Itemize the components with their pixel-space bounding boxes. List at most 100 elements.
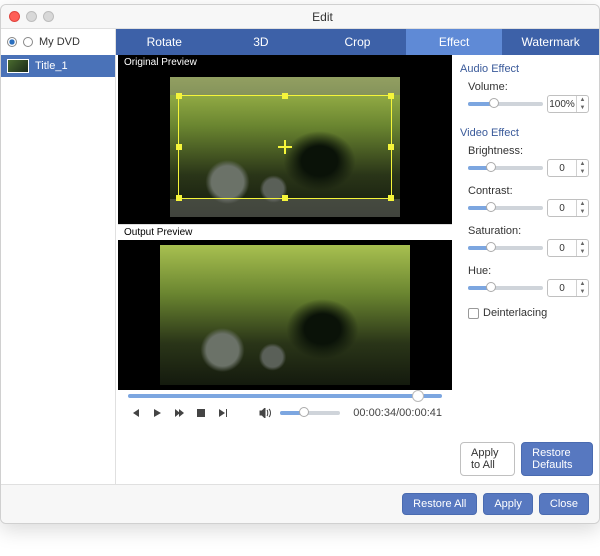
hue-step-down[interactable]: ▼ bbox=[577, 288, 588, 296]
body: Title_1 Original Preview bbox=[1, 55, 599, 484]
crop-rectangle[interactable] bbox=[178, 95, 392, 199]
restore-all-button[interactable]: Restore All bbox=[402, 493, 477, 515]
hue-value-box[interactable]: 0▲▼ bbox=[547, 279, 589, 297]
saturation-value: 0 bbox=[548, 243, 576, 254]
restore-defaults-button[interactable]: Restore Defaults bbox=[521, 442, 593, 476]
brightness-value: 0 bbox=[548, 163, 576, 174]
deinterlacing-row[interactable]: Deinterlacing bbox=[460, 307, 589, 319]
crop-handle-tr[interactable] bbox=[388, 93, 394, 99]
apply-button[interactable]: Apply bbox=[483, 493, 533, 515]
volume-icon[interactable] bbox=[258, 406, 272, 420]
time-current: 00:00:34 bbox=[353, 407, 396, 419]
tab-effect[interactable]: Effect bbox=[406, 29, 503, 55]
crop-handle-b[interactable] bbox=[282, 195, 288, 201]
contrast-label: Contrast: bbox=[460, 185, 589, 197]
panel-buttons: Apply to All Restore Defaults bbox=[460, 442, 593, 476]
apply-to-all-button[interactable]: Apply to All bbox=[460, 442, 515, 476]
tab-watermark[interactable]: Watermark bbox=[502, 29, 599, 55]
contrast-value-box[interactable]: 0▲▼ bbox=[547, 199, 589, 217]
crop-handle-bl[interactable] bbox=[176, 195, 182, 201]
output-preview bbox=[118, 240, 452, 390]
hue-value: 0 bbox=[548, 283, 576, 294]
volume-step-down[interactable]: ▼ bbox=[577, 104, 588, 112]
sidebar-item-title[interactable]: Title_1 bbox=[1, 55, 115, 77]
deinterlacing-checkbox[interactable] bbox=[468, 308, 479, 319]
seek-bar[interactable] bbox=[128, 394, 442, 398]
saturation-slider[interactable] bbox=[468, 246, 543, 250]
crop-handle-l[interactable] bbox=[176, 144, 182, 150]
original-video-frame bbox=[170, 77, 400, 217]
tab-3d[interactable]: 3D bbox=[213, 29, 310, 55]
brightness-label: Brightness: bbox=[460, 145, 589, 157]
contrast-step-up[interactable]: ▲ bbox=[577, 200, 588, 208]
volume-value: 100% bbox=[548, 99, 576, 110]
volume-effect-slider[interactable] bbox=[468, 102, 543, 106]
hue-step-up[interactable]: ▲ bbox=[577, 280, 588, 288]
original-preview-label: Original Preview bbox=[118, 55, 452, 70]
hue-field: Hue: 0▲▼ bbox=[460, 265, 589, 297]
brightness-step-up[interactable]: ▲ bbox=[577, 160, 588, 168]
output-preview-label: Output Preview bbox=[118, 224, 452, 240]
radio-unselected-icon[interactable] bbox=[23, 37, 33, 47]
play-button[interactable] bbox=[150, 406, 164, 420]
forward-button[interactable] bbox=[172, 406, 186, 420]
volume-knob[interactable] bbox=[299, 407, 309, 417]
contrast-value: 0 bbox=[548, 203, 576, 214]
footer: Restore All Apply Close bbox=[1, 484, 599, 523]
edit-window: Edit My DVD Rotate 3D Crop Effect Waterm… bbox=[0, 4, 600, 524]
tab-crop[interactable]: Crop bbox=[309, 29, 406, 55]
next-button[interactable] bbox=[216, 406, 230, 420]
playback-controls: 00:00:34/00:00:41 bbox=[118, 400, 452, 430]
contrast-step-down[interactable]: ▼ bbox=[577, 208, 588, 216]
tab-bar: Rotate 3D Crop Effect Watermark bbox=[116, 29, 599, 55]
source-label: My DVD bbox=[39, 36, 80, 48]
crop-center-icon[interactable] bbox=[278, 140, 292, 154]
window-controls bbox=[9, 11, 54, 22]
crop-handle-tl[interactable] bbox=[176, 93, 182, 99]
titlebar: Edit bbox=[1, 5, 599, 29]
effects-panel: Audio Effect Volume: 100%▲▼ Video Effect… bbox=[454, 55, 599, 484]
preview-pane: Original Preview bbox=[116, 55, 454, 484]
time-total: 00:00:41 bbox=[399, 407, 442, 419]
maximize-window-icon[interactable] bbox=[43, 11, 54, 22]
tab-rotate[interactable]: Rotate bbox=[116, 29, 213, 55]
close-button[interactable]: Close bbox=[539, 493, 589, 515]
original-preview bbox=[118, 70, 452, 224]
output-video-frame bbox=[160, 245, 410, 385]
stop-button[interactable] bbox=[194, 406, 208, 420]
brightness-field: Brightness: 0▲▼ bbox=[460, 145, 589, 177]
audio-effect-heading: Audio Effect bbox=[460, 63, 589, 75]
radio-selected-icon[interactable] bbox=[7, 37, 17, 47]
prev-button[interactable] bbox=[128, 406, 142, 420]
volume-step-up[interactable]: ▲ bbox=[577, 96, 588, 104]
brightness-value-box[interactable]: 0▲▼ bbox=[547, 159, 589, 177]
saturation-step-down[interactable]: ▼ bbox=[577, 248, 588, 256]
crop-handle-br[interactable] bbox=[388, 195, 394, 201]
seek-knob[interactable] bbox=[412, 390, 424, 402]
saturation-field: Saturation: 0▲▼ bbox=[460, 225, 589, 257]
window-title: Edit bbox=[54, 10, 591, 24]
brightness-step-down[interactable]: ▼ bbox=[577, 168, 588, 176]
crop-handle-t[interactable] bbox=[282, 93, 288, 99]
contrast-slider[interactable] bbox=[468, 206, 543, 210]
saturation-step-up[interactable]: ▲ bbox=[577, 240, 588, 248]
video-effect-heading: Video Effect bbox=[460, 127, 589, 139]
hue-slider[interactable] bbox=[468, 286, 543, 290]
toolbar: My DVD Rotate 3D Crop Effect Watermark bbox=[1, 29, 599, 55]
saturation-label: Saturation: bbox=[460, 225, 589, 237]
brightness-slider[interactable] bbox=[468, 166, 543, 170]
volume-field: Volume: 100%▲▼ bbox=[460, 81, 589, 113]
source-selector[interactable]: My DVD bbox=[1, 29, 116, 55]
sidebar: Title_1 bbox=[1, 55, 116, 484]
hue-label: Hue: bbox=[460, 265, 589, 277]
minimize-window-icon[interactable] bbox=[26, 11, 37, 22]
crop-dim-bottom bbox=[170, 199, 400, 217]
close-window-icon[interactable] bbox=[9, 11, 20, 22]
crop-handle-r[interactable] bbox=[388, 144, 394, 150]
volume-slider[interactable] bbox=[280, 411, 340, 415]
saturation-value-box[interactable]: 0▲▼ bbox=[547, 239, 589, 257]
sidebar-item-label: Title_1 bbox=[35, 60, 68, 72]
volume-value-box[interactable]: 100%▲▼ bbox=[547, 95, 589, 113]
title-thumbnail bbox=[7, 59, 29, 73]
seek-bar-container bbox=[118, 390, 452, 400]
